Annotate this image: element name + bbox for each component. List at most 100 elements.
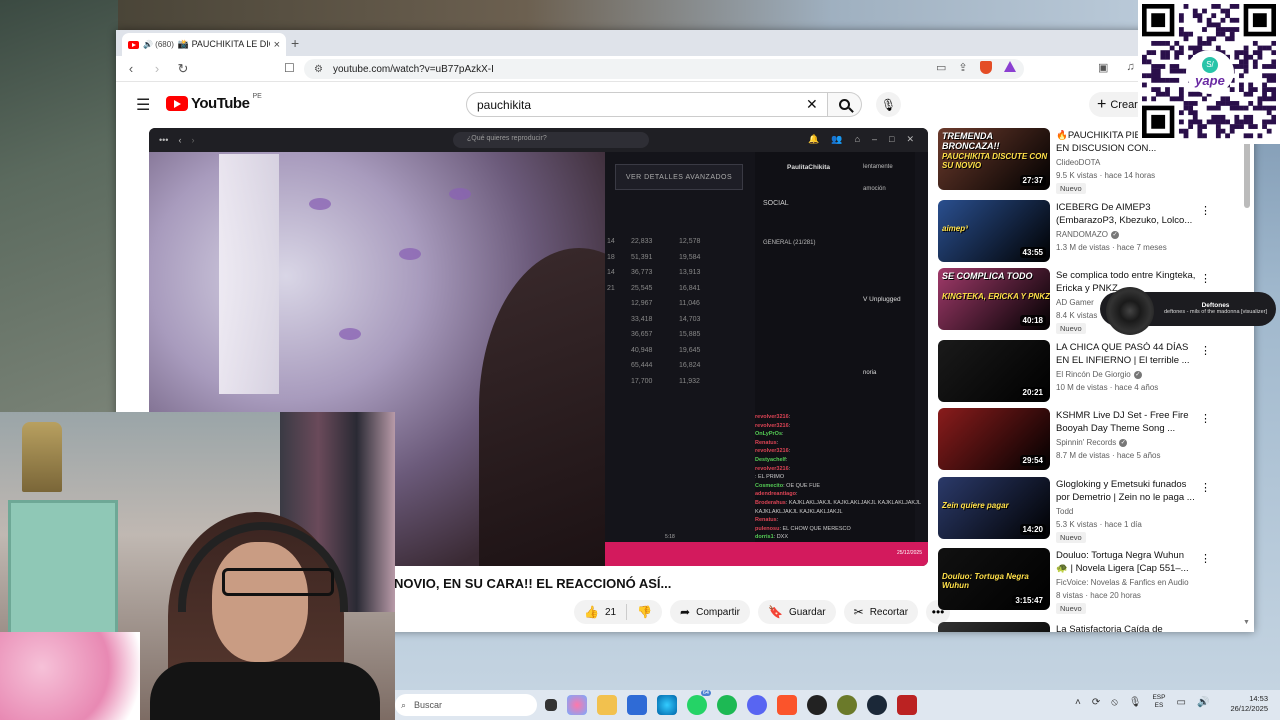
app-game-icon[interactable]: [837, 695, 857, 715]
search-button[interactable]: [828, 92, 862, 117]
video-options-icon[interactable]: ⋮: [1200, 481, 1211, 494]
scrollbar-thumb[interactable]: [1244, 138, 1250, 208]
recommended-video-title[interactable]: ICEBERG De AIMEP3 (EmbarazoP3, Kbezuko, …: [1056, 202, 1196, 227]
forward-icon[interactable]: ›: [150, 61, 164, 76]
recommended-video[interactable]: La Satisfactoria Caída de: [938, 622, 1238, 632]
video-thumbnail[interactable]: 29:54: [938, 408, 1050, 470]
recommended-video[interactable]: Zein quiere pagar 14:20 Glogloking y Emets…: [938, 477, 1238, 543]
taskbar-search[interactable]: ⌕ Buscar: [395, 694, 537, 716]
site-info-icon[interactable]: ⚙: [314, 64, 323, 75]
video-thumbnail[interactable]: Douluo: Tortuga Negra Wuhun 3:15:47: [938, 548, 1050, 610]
recommended-video[interactable]: Douluo: Tortuga Negra Wuhun 3:15:47 Douluo…: [938, 548, 1238, 614]
close-tab-icon[interactable]: ×: [274, 39, 280, 51]
scroll-down-arrow-icon[interactable]: ▼: [1243, 619, 1250, 626]
channel-name[interactable]: Spinnin' Records ✓: [1056, 438, 1128, 447]
video-thumbnail[interactable]: 20:21: [938, 340, 1050, 402]
tray-volume-icon[interactable]: 🔊: [1197, 697, 1209, 708]
qr-module: [1266, 77, 1272, 83]
task-view-icon[interactable]: [545, 699, 557, 711]
toolbar-right: ▣ ♫: [1098, 61, 1135, 74]
tray-display-icon[interactable]: ▭: [1176, 697, 1185, 708]
discord-icon[interactable]: [747, 695, 767, 715]
brave-shields-icon[interactable]: [979, 61, 992, 74]
video-thumbnail[interactable]: aimep³ 43:55: [938, 200, 1050, 262]
recommended-video-title[interactable]: Glogloking y Emetsuki funados por Demetr…: [1056, 479, 1196, 504]
copilot-icon[interactable]: [567, 695, 587, 715]
video-options-icon[interactable]: ⋮: [1200, 344, 1211, 357]
brave-icon[interactable]: [777, 695, 797, 715]
channel-name[interactable]: ClideoDOTA: [1056, 158, 1100, 167]
tab-youtube-video[interactable]: 🔊 (680) 📸 PAUCHIKITA LE DIC ×: [122, 33, 286, 56]
channel-name[interactable]: FicVoice: Novelas & Fanfics en Audio: [1056, 578, 1189, 587]
taskbar-clock[interactable]: 14:53 26/12/2025: [1230, 694, 1268, 714]
video-thumbnail[interactable]: [938, 622, 1050, 632]
qr-module: [1146, 73, 1152, 79]
youtube-logo[interactable]: YouTube PE: [166, 93, 262, 112]
qr-module: [1215, 27, 1221, 32]
address-bar[interactable]: ⚙ youtube.com/watch?v=uB77pAzkX-I: [304, 59, 1024, 79]
app-dark-icon[interactable]: [807, 695, 827, 715]
page-scrollbar[interactable]: ▼: [1243, 128, 1250, 626]
channel-name-text: RANDOMAZO: [1056, 230, 1108, 239]
spotify-icon[interactable]: [717, 695, 737, 715]
recommended-video[interactable]: 20:21 LA CHICA QUE PASÓ 44 DÍAS EN EL INF…: [938, 340, 1238, 404]
qr-module: [1183, 128, 1189, 134]
edge-icon[interactable]: [657, 695, 677, 715]
video-options-icon[interactable]: ⋮: [1200, 552, 1211, 565]
search-input[interactable]: pauchikita: [466, 92, 828, 117]
clear-search-icon[interactable]: ✕: [806, 96, 818, 113]
video-thumbnail[interactable]: SE COMPLICA TODO KINGTEKA, ERICKA Y PNKZ 4…: [938, 268, 1050, 330]
share-button[interactable]: ➦ Compartir: [670, 600, 750, 624]
tray-sync-icon[interactable]: ⟳: [1092, 697, 1100, 708]
menu-icon[interactable]: ☰: [136, 95, 150, 115]
file-explorer-icon[interactable]: [597, 695, 617, 715]
sidebar-icon[interactable]: ▣: [1098, 61, 1108, 74]
plus-icon: +: [1097, 95, 1107, 113]
background-video-left: [0, 0, 118, 420]
video-options-icon[interactable]: ⋮: [1200, 272, 1211, 285]
recommended-video-title[interactable]: La Satisfactoria Caída de: [1056, 624, 1196, 632]
chat-text: :: [795, 491, 798, 498]
recommended-video[interactable]: 29:54 KSHMR Live DJ Set - Free Fire Booya…: [938, 408, 1238, 472]
recommended-video-title[interactable]: KSHMR Live DJ Set - Free Fire Booyah Day…: [1056, 410, 1196, 435]
bookmark-icon[interactable]: ☐: [284, 61, 295, 75]
thumbs-up-icon[interactable]: 👍: [584, 605, 599, 619]
store-icon[interactable]: [627, 695, 647, 715]
thumbs-down-icon[interactable]: 👎: [637, 605, 652, 619]
qr-module: [1183, 31, 1189, 37]
tray-overflow-icon[interactable]: ˄: [1075, 697, 1081, 708]
new-tab-button[interactable]: +: [291, 35, 299, 51]
video-thumbnail[interactable]: TREMENDA BRONCAZA!! PAUCHIKITA DISCUTE CO…: [938, 128, 1050, 190]
channel-name[interactable]: Todd: [1056, 507, 1073, 516]
qr-module: [1197, 17, 1203, 23]
video-thumbnail[interactable]: Zein quiere pagar 14:20: [938, 477, 1050, 539]
share-icon[interactable]: ⇪: [958, 61, 967, 74]
tray-mic-icon[interactable]: 🎙: [1129, 697, 1142, 708]
whatsapp-icon[interactable]: 64: [687, 690, 711, 715]
video-options-icon[interactable]: ⋮: [1200, 412, 1211, 425]
media-icon[interactable]: ♫: [1126, 61, 1134, 74]
tray-network-icon[interactable]: ⦸: [1111, 697, 1118, 708]
qr-module: [1262, 119, 1267, 125]
recommended-video-title[interactable]: Douluo: Tortuga Negra Wuhun 🐢 | Novela L…: [1056, 550, 1196, 575]
recommended-video-title[interactable]: LA CHICA QUE PASÓ 44 DÍAS EN EL INFIERNO…: [1056, 342, 1196, 367]
qr-module: [1266, 110, 1272, 116]
video-options-icon[interactable]: ⋮: [1200, 204, 1211, 217]
language-indicator[interactable]: ESP ES: [1152, 694, 1165, 710]
recommended-video[interactable]: aimep³ 43:55 ICEBERG De AIMEP3 (EmbarazoP3…: [938, 200, 1238, 264]
clip-button[interactable]: ✂ Recortar: [843, 600, 919, 624]
reload-icon[interactable]: ↻: [176, 61, 190, 77]
cast-icon[interactable]: ▭: [936, 61, 946, 74]
app-red-icon[interactable]: [897, 695, 917, 715]
channel-name[interactable]: AD Gamer: [1056, 298, 1094, 307]
back-icon[interactable]: ‹: [124, 61, 138, 76]
chat-message: Renatus:: [755, 517, 778, 523]
qr-module: [1243, 114, 1249, 120]
brave-rewards-icon[interactable]: [1003, 61, 1016, 72]
voice-search-button[interactable]: 🎙: [876, 92, 901, 117]
channel-name[interactable]: El Rincón De Giorgio ✓: [1056, 370, 1142, 379]
save-button[interactable]: 🔖 Guardar: [758, 600, 836, 624]
video-meta: 8.7 M de vistas · hace 5 años: [1056, 451, 1161, 460]
steam-icon[interactable]: [867, 695, 887, 715]
channel-name[interactable]: RANDOMAZO ✓: [1056, 230, 1119, 239]
